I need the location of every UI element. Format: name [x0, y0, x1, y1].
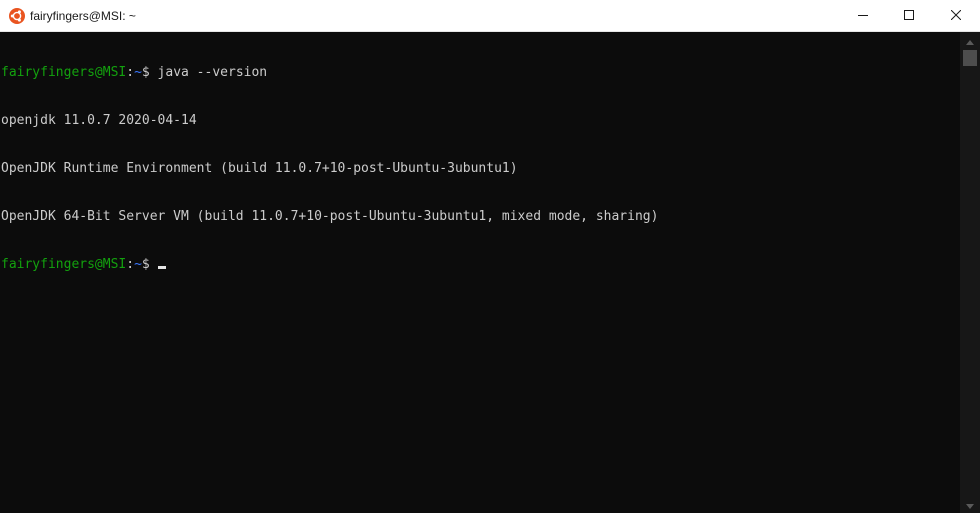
ubuntu-icon[interactable]: [9, 8, 25, 24]
maximize-button[interactable]: [886, 0, 932, 31]
title-bar[interactable]: fairyfingers@MSI: ~: [0, 0, 980, 32]
vertical-scrollbar[interactable]: [960, 32, 980, 513]
maximize-icon: [904, 7, 914, 25]
prompt-user: fairyfingers@MSI: [1, 257, 127, 272]
caret-up-icon: [966, 32, 974, 50]
scroll-up-button[interactable]: [960, 32, 980, 49]
scroll-down-button[interactable]: [960, 496, 980, 513]
prompt-symbol: $: [141, 257, 158, 272]
terminal-line: OpenJDK Runtime Environment (build 11.0.…: [1, 161, 518, 176]
text-cursor: [157, 266, 166, 269]
window-title: fairyfingers@MSI: ~: [30, 9, 136, 23]
close-button[interactable]: [932, 0, 980, 31]
terminal-line: OpenJDK 64-Bit Server VM (build 11.0.7+1…: [1, 209, 659, 224]
prompt-user: fairyfingers@MSI: [1, 65, 127, 80]
terminal-line: fairyfingers@MSI:~$ java --version: [1, 65, 960, 81]
command-text: java --version: [157, 65, 268, 80]
minimize-icon: [858, 7, 868, 25]
terminal-window: fairyfingers@MSI: ~ fairyfingers@MSI:~$ …: [0, 0, 980, 513]
caret-down-icon: [966, 496, 974, 513]
prompt-separator: :: [126, 65, 135, 80]
minimize-button[interactable]: [840, 0, 886, 31]
prompt-path: ~: [134, 65, 142, 80]
prompt-symbol: $: [141, 65, 158, 80]
terminal-line: openjdk 11.0.7 2020-04-14: [1, 113, 197, 128]
terminal-output[interactable]: fairyfingers@MSI:~$ java --version openj…: [0, 32, 960, 513]
terminal-line: fairyfingers@MSI:~$: [1, 257, 960, 273]
prompt-separator: :: [126, 257, 135, 272]
close-icon: [950, 7, 962, 25]
scrollbar-thumb[interactable]: [963, 50, 977, 66]
prompt-path: ~: [134, 257, 142, 272]
